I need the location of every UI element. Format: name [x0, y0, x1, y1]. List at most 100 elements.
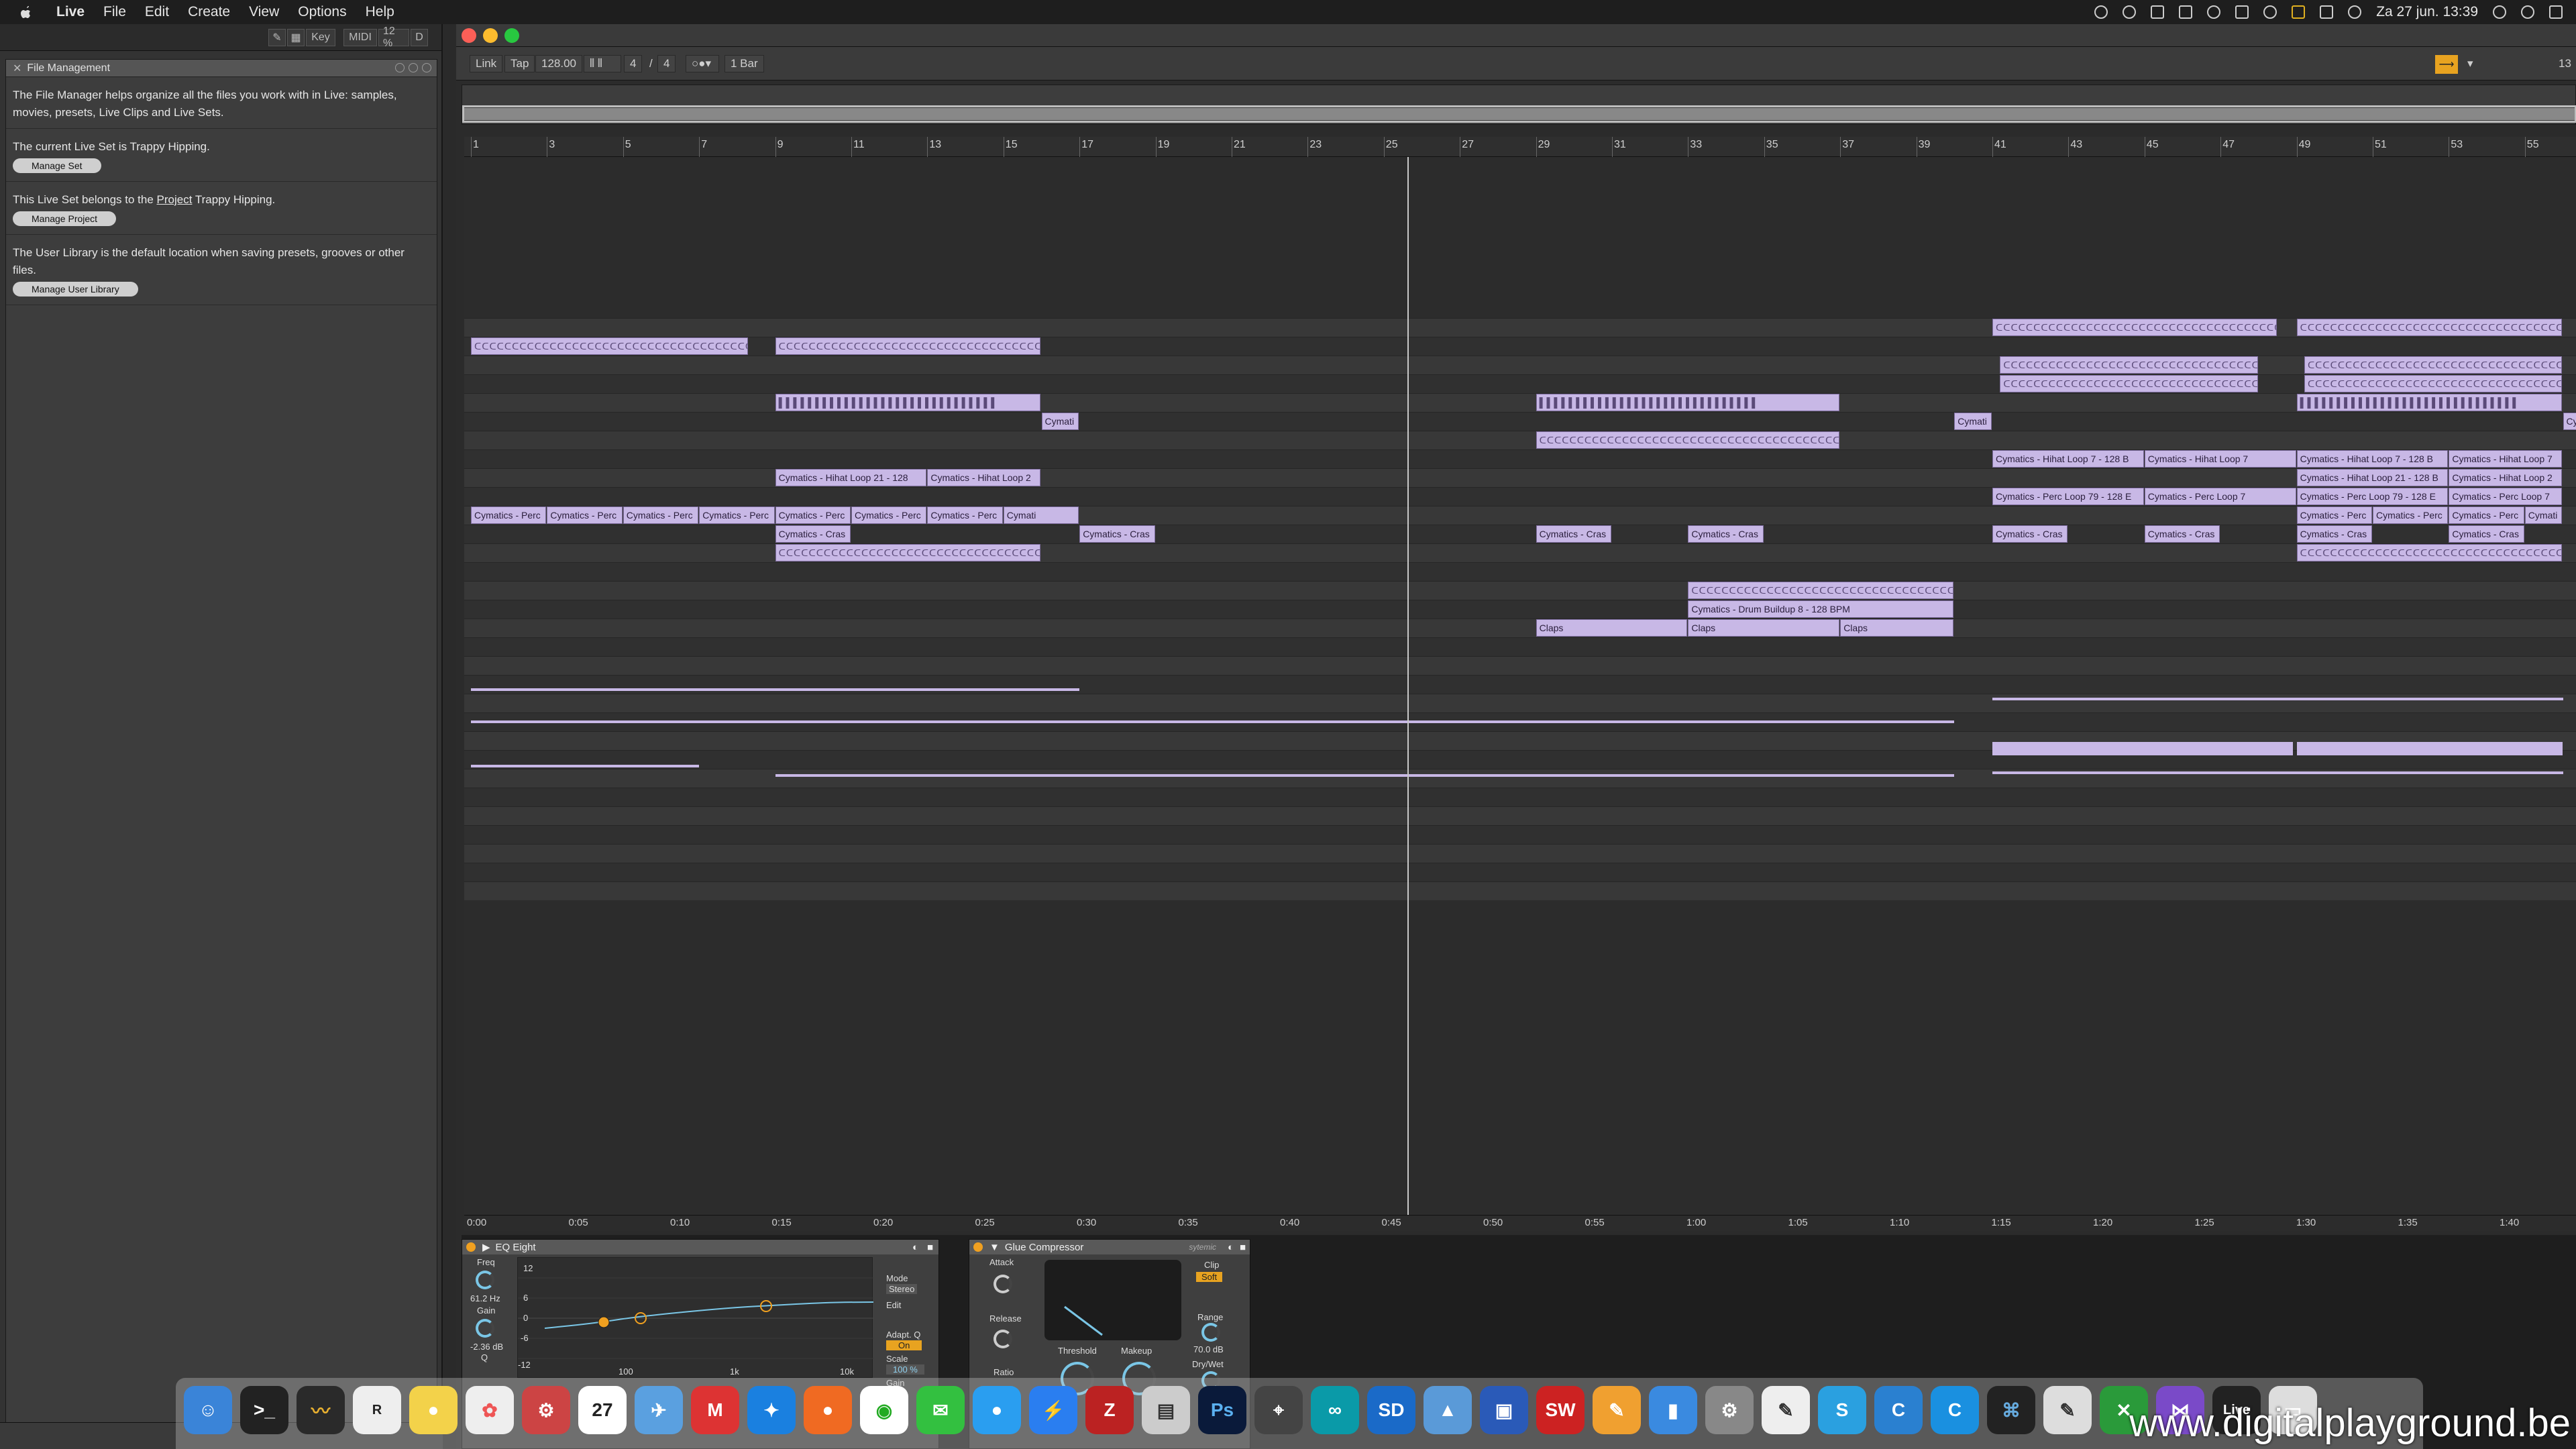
link-button[interactable]: Link: [470, 55, 503, 72]
minimize-window-button[interactable]: [483, 28, 498, 43]
audio-clip-waveform[interactable]: [471, 720, 1080, 723]
track-lane[interactable]: [464, 694, 2576, 712]
gain-knob[interactable]: [476, 1319, 494, 1338]
meter-denominator[interactable]: 4: [657, 55, 676, 72]
arrangement-clip[interactable]: Cymatics - Perc: [775, 506, 851, 524]
battery-icon[interactable]: [2320, 5, 2334, 19]
grid-icon[interactable]: [2151, 5, 2165, 19]
robot-arm-icon[interactable]: ⚙: [1705, 1386, 1754, 1434]
globe-icon[interactable]: [2123, 5, 2137, 19]
arrangement-clip[interactable]: Cymatics - Cras: [2144, 525, 2220, 543]
fold-icon[interactable]: ▶: [482, 1241, 490, 1253]
mode-select[interactable]: Stereo: [886, 1284, 918, 1294]
arrangement-clip[interactable]: Cymatics - Perc: [927, 506, 1003, 524]
volume-icon[interactable]: [2348, 5, 2362, 19]
file-icon[interactable]: ▤: [1142, 1386, 1190, 1434]
track-lane[interactable]: [464, 825, 2576, 844]
preview-icon[interactable]: ✈: [635, 1386, 683, 1434]
keyboard-icon[interactable]: [2179, 5, 2193, 19]
hot-swap-icon[interactable]: ◐: [1228, 1242, 1234, 1253]
close-window-button[interactable]: [462, 28, 476, 43]
arrangement-clip[interactable]: Cymatics - Cras: [1992, 525, 2068, 543]
track-lane[interactable]: [464, 881, 2576, 900]
arrangement-clip[interactable]: Cymati: [1954, 413, 1992, 430]
manage-set-button[interactable]: Manage Set: [13, 158, 101, 173]
save-preset-icon[interactable]: ■: [1240, 1242, 1246, 1253]
bluetooth-icon[interactable]: [2207, 5, 2221, 19]
c-app-icon[interactable]: C: [1874, 1386, 1923, 1434]
nudge-icon[interactable]: ⫴ ⫴: [584, 55, 621, 72]
menubar-clock[interactable]: Za 27 jun. 13:39: [2376, 4, 2478, 20]
filezilla-icon[interactable]: Z: [1085, 1386, 1134, 1434]
arrangement-clip[interactable]: Cymatics - Hihat Loop 7 - 128 B: [2296, 450, 2449, 468]
arrangement-clip[interactable]: ᑕᑕᑕᑕᑕᑕᑕᑕᑕᑕᑕᑕᑕᑕᑕᑕᑕᑕᑕᑕᑕᑕᑕᑕᑕᑕᑕᑕᑕᑕᑕᑕᑕᑕᑕᑕᑕᑕᑕᑕ…: [2296, 544, 2563, 561]
airplay-icon[interactable]: [2235, 5, 2249, 19]
arrangement-clip[interactable]: Cymatics - Perc: [2449, 506, 2524, 524]
arrangement-clip[interactable]: Claps: [1688, 619, 1840, 637]
arrangement-clip[interactable]: ᑕᑕᑕᑕᑕᑕᑕᑕᑕᑕᑕᑕᑕᑕᑕᑕᑕᑕᑕᑕᑕᑕᑕᑕᑕᑕᑕᑕᑕᑕᑕᑕᑕᑕᑕᑕᑕᑕᑕᑕ…: [2304, 375, 2563, 392]
textedit-icon[interactable]: ✎: [1762, 1386, 1810, 1434]
arrangement-view[interactable]: ᑕᑕᑕᑕᑕᑕᑕᑕᑕᑕᑕᑕᑕᑕᑕᑕᑕᑕᑕᑕᑕᑕᑕᑕᑕᑕᑕᑕᑕᑕᑕᑕᑕᑕᑕᑕᑕ ᑕᑕᑕ…: [464, 157, 2576, 1215]
c-app-2-icon[interactable]: C: [1931, 1386, 1979, 1434]
track-lane[interactable]: [464, 600, 2576, 619]
audio-clip-waveform[interactable]: [1992, 698, 2563, 700]
arrangement-clip[interactable]: ᑕᑕᑕᑕᑕᑕᑕᑕᑕᑕᑕᑕᑕᑕᑕᑕᑕᑕᑕᑕᑕᑕᑕᑕᑕᑕᑕᑕᑕᑕᑕᑕᑕᑕᑕᑕᑕᑕᑕᑕ…: [2000, 356, 2258, 374]
phonon-icon[interactable]: ⌘: [1987, 1386, 2035, 1434]
menu-create[interactable]: Create: [188, 4, 230, 20]
track-lane[interactable]: [464, 431, 2576, 449]
firefox-icon[interactable]: ●: [804, 1386, 852, 1434]
freq-value[interactable]: 61.2 Hz: [470, 1293, 500, 1303]
arrangement-clip[interactable]: Cymati: [1003, 506, 1079, 524]
arrangement-clip[interactable]: ᑕᑕᑕᑕᑕᑕᑕᑕᑕᑕᑕᑕᑕᑕᑕᑕᑕᑕᑕᑕᑕᑕᑕᑕᑕᑕᑕᑕᑕᑕᑕᑕᑕᑕᑕᑕᑕᑕᑕᑕ…: [471, 337, 748, 355]
siri-icon[interactable]: [2521, 5, 2534, 19]
chrome-icon[interactable]: ◉: [860, 1386, 908, 1434]
arrangement-clip[interactable]: Cymatics - Hihat Loop 21 - 128 B: [2296, 469, 2449, 486]
notes-app-icon[interactable]: ●: [409, 1386, 458, 1434]
track-lane[interactable]: [464, 412, 2576, 431]
photoshop-icon[interactable]: Ps: [1198, 1386, 1246, 1434]
sw-app-icon[interactable]: SW: [1536, 1386, 1585, 1434]
arrangement-clip[interactable]: Cymatics - Cras: [1688, 525, 1764, 543]
arrangement-clip[interactable]: Cymatics - Hihat Loop 21 - 128: [775, 469, 927, 486]
manage-user-library-button[interactable]: Manage User Library: [13, 282, 138, 297]
arrangement-clip[interactable]: Cymatics - Hihat Loop 7: [2449, 450, 2563, 468]
arrangement-clip[interactable]: Cymatics - Cras: [775, 525, 851, 543]
menu-view[interactable]: View: [249, 4, 279, 20]
arrangement-clip[interactable]: Cymatics - Cras: [2449, 525, 2524, 543]
app-store-icon[interactable]: ▲: [1424, 1386, 1472, 1434]
photos-icon[interactable]: ✿: [466, 1386, 514, 1434]
arrangement-clip[interactable]: Claps: [1536, 619, 1688, 637]
arrangement-clip[interactable]: Cymatics - Perc Loop 7: [2449, 488, 2563, 505]
audio-clip-waveform[interactable]: [1079, 720, 1955, 723]
track-lane[interactable]: [464, 863, 2576, 881]
range-knob[interactable]: [1201, 1323, 1220, 1342]
messages-icon[interactable]: ✉: [916, 1386, 965, 1434]
arrangement-clip[interactable]: ᑕᑕᑕᑕᑕᑕᑕᑕᑕᑕᑕᑕᑕᑕᑕᑕᑕᑕᑕᑕᑕᑕᑕᑕᑕᑕᑕᑕᑕᑕᑕᑕᑕᑕᑕᑕᑕᑕᑕᑕ…: [1688, 582, 1954, 599]
spotlight-icon[interactable]: [2493, 5, 2506, 19]
overview-visible-region[interactable]: [462, 105, 2576, 123]
arduino-icon[interactable]: ∞: [1311, 1386, 1359, 1434]
notification-center-icon[interactable]: [2549, 5, 2563, 19]
key-map-button[interactable]: Key: [306, 29, 335, 46]
manage-project-button[interactable]: Manage Project: [13, 211, 117, 226]
project-link[interactable]: Project: [157, 193, 193, 206]
arrangement-clip[interactable]: Cymatics - Hihat Loop 2: [927, 469, 1041, 486]
arrangement-clip[interactable]: ▌▌▌▌▌▌▌▌▌▌▌▌▌▌▌▌▌▌▌▌▌▌▌▌▌▌▌▌▌▌: [1536, 394, 1840, 411]
automator-icon[interactable]: ⚙: [522, 1386, 570, 1434]
quantize-menu[interactable]: 1 Bar: [724, 55, 764, 72]
track-lane[interactable]: [464, 637, 2576, 656]
arrangement-clip[interactable]: Cymatics - Perc: [547, 506, 623, 524]
save-icon[interactable]: [422, 63, 431, 72]
pages-icon[interactable]: ✎: [1593, 1386, 1641, 1434]
terminal-icon[interactable]: >_: [240, 1386, 288, 1434]
menu-live[interactable]: Live: [56, 4, 85, 20]
menu-options[interactable]: Options: [298, 4, 346, 20]
playhead[interactable]: [1407, 157, 1409, 1215]
meter-numerator[interactable]: 4: [624, 55, 643, 72]
menu-edit[interactable]: Edit: [145, 4, 169, 20]
arrangement-clip[interactable]: Cymati: [2524, 506, 2563, 524]
safari-icon[interactable]: ✦: [747, 1386, 796, 1434]
audio-clip-waveform[interactable]: [1992, 771, 2563, 774]
track-lane[interactable]: [464, 806, 2576, 825]
track-lane[interactable]: [464, 788, 2576, 806]
